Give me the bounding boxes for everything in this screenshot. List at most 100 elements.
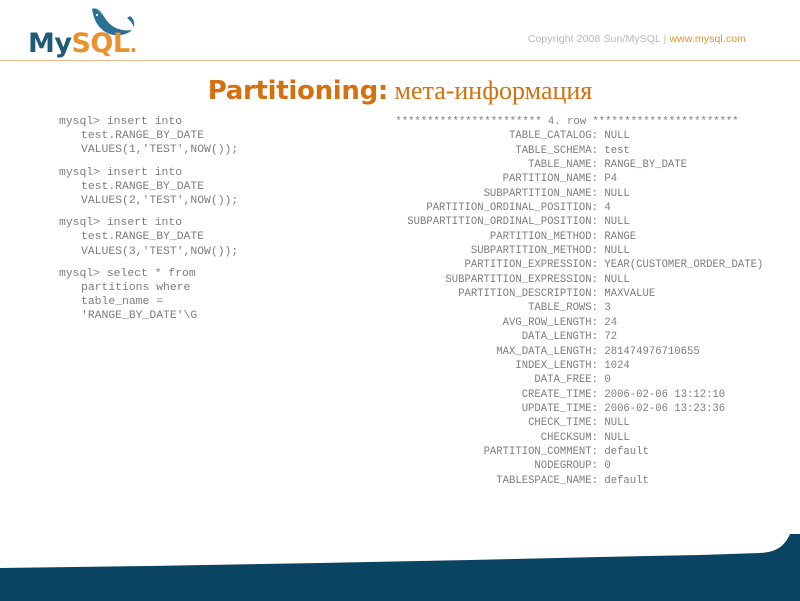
sql-continuation-line: partitions where — [81, 282, 191, 295]
output-field-row: PARTITION_NAME: P4 — [352, 172, 782, 186]
header-divider — [0, 60, 800, 61]
output-field-name: CREATE_TIME: — [521, 388, 598, 401]
row-separator-line: *********************** 4. row *********… — [395, 116, 739, 128]
output-field-row: NODEGROUP: 0 — [352, 459, 782, 473]
output-field-value: 0 — [598, 460, 611, 473]
page-title-subtitle: мета-информация — [388, 76, 593, 105]
output-field-row: TABLE_SCHEMA: test — [352, 144, 782, 158]
output-field-value: NULL — [598, 245, 630, 258]
output-field-name: PARTITION_ORDINAL_POSITION: — [426, 202, 598, 215]
sql-continuation-line: table_name = — [81, 296, 164, 309]
output-field-row: PARTITION_EXPRESSION: YEAR(CUSTOMER_ORDE… — [352, 258, 782, 272]
output-field-row: TABLESPACE_NAME: default — [352, 474, 782, 488]
sql-statement: mysql> insert into test.RANGE_BY_DATE VALU… — [59, 115, 359, 158]
output-field-name: INDEX_LENGTH: — [515, 359, 598, 372]
output-field-row: SUBPARTITION_EXPRESSION: NULL — [352, 273, 782, 287]
output-field-row: TABLE_ROWS: 3 — [352, 301, 782, 315]
output-field-name: PARTITION_NAME: — [502, 173, 598, 186]
output-field-row: PARTITION_METHOD: RANGE — [352, 230, 782, 244]
output-field-value: 72 — [598, 331, 618, 344]
output-field-row: DATA_LENGTH: 72 — [352, 330, 782, 344]
output-field-value: default — [598, 445, 649, 458]
output-field-row: DATA_FREE: 0 — [352, 373, 782, 387]
output-field-value: NULL — [598, 417, 630, 430]
sql-continuation-line: test.RANGE_BY_DATE — [81, 231, 205, 244]
output-field-value: NULL — [598, 273, 630, 286]
output-field-value: 4 — [598, 202, 611, 215]
page-title: Partitioning: мета-информация — [0, 76, 800, 106]
output-field-name: TABLE_SCHEMA: — [515, 144, 598, 157]
output-field-value: NULL — [598, 216, 630, 229]
output-field-row: CHECK_TIME: NULL — [352, 416, 782, 430]
page-title-main: Partitioning: — [207, 76, 389, 106]
output-field-row: UPDATE_TIME: 2006-02-06 13:23:36 — [352, 402, 782, 416]
output-field-name: CHECKSUM: — [540, 431, 598, 444]
sql-statement: mysql> insert into test.RANGE_BY_DATE VALU… — [59, 216, 359, 259]
sql-statement: mysql> select * from partitions where tabl… — [59, 267, 359, 324]
output-field-value: 2006-02-06 13:23:36 — [598, 402, 726, 415]
output-field-name: NODEGROUP: — [534, 460, 598, 473]
output-field-name: MAX_DATA_LENGTH: — [496, 345, 598, 358]
sql-prompt-line: mysql> select * from — [59, 267, 196, 280]
sql-prompt-line: mysql> insert into — [59, 217, 183, 230]
output-field-value: 2006-02-06 13:12:10 — [598, 388, 726, 401]
output-field-value: 3 — [598, 302, 611, 315]
output-field-row: TABLE_NAME: RANGE_BY_DATE — [352, 158, 782, 172]
output-field-name: SUBPARTITION_EXPRESSION: — [445, 273, 598, 286]
wordmark-sql: SQL — [71, 28, 130, 59]
wordmark-dot: . — [129, 33, 138, 57]
output-field-name: SUBPARTITION_METHOD: — [470, 245, 598, 258]
sql-continuation-line: test.RANGE_BY_DATE — [81, 180, 205, 193]
output-field-name: TABLE_NAME: — [528, 159, 598, 172]
output-field-row: TABLE_CATALOG: NULL — [352, 129, 782, 143]
sql-prompt-line: mysql> insert into — [59, 116, 183, 128]
output-field-value: NULL — [598, 130, 630, 143]
mysql-website-link[interactable]: www.mysql.com — [669, 33, 746, 45]
copyright-notice: Copyright 2008 Sun/MySQL | www.mysql.com — [528, 33, 746, 45]
output-field-value: P4 — [598, 173, 618, 186]
output-field-value: 0 — [598, 374, 611, 387]
output-field-name: PARTITION_EXPRESSION: — [464, 259, 598, 272]
output-field-row: PARTITION_COMMENT: default — [352, 445, 782, 459]
sql-continuation-line: VALUES(3,'TEST',NOW()); — [81, 245, 239, 258]
output-field-name: TABLE_ROWS: — [528, 302, 598, 315]
sql-prompt-line: mysql> insert into — [59, 166, 183, 179]
mysql-logo: MySQL. — [28, 6, 148, 57]
output-field-row: SUBPARTITION_NAME: NULL — [352, 187, 782, 201]
output-field-value: test — [598, 144, 630, 157]
output-field-value: 24 — [598, 316, 618, 329]
output-field-name: PARTITION_METHOD: — [489, 230, 598, 243]
output-field-name: AVG_ROW_LENGTH: — [502, 316, 598, 329]
footer-decoration — [0, 526, 800, 601]
output-field-row: CREATE_TIME: 2006-02-06 13:12:10 — [352, 388, 782, 402]
output-field-row: MAX_DATA_LENGTH: 281474976710655 — [352, 345, 782, 359]
output-field-value: RANGE_BY_DATE — [598, 159, 688, 172]
output-field-row: INDEX_LENGTH: 1024 — [352, 359, 782, 373]
output-field-name: DATA_LENGTH: — [521, 331, 598, 344]
output-field-row: CHECKSUM: NULL — [352, 431, 782, 445]
sql-continuation-line: VALUES(2,'TEST',NOW()); — [81, 195, 239, 208]
output-field-name: PARTITION_COMMENT: — [483, 445, 598, 458]
output-field-name: UPDATE_TIME: — [521, 402, 598, 415]
slide-header: MySQL. Copyright 2008 Sun/MySQL | www.my… — [0, 0, 800, 60]
output-field-name: TABLE_CATALOG: — [508, 130, 598, 143]
output-field-name: TABLESPACE_NAME: — [496, 474, 598, 487]
output-field-value: RANGE — [598, 230, 637, 243]
output-field-row: PARTITION_DESCRIPTION: MAXVALUE — [352, 287, 782, 301]
output-field-value: NULL — [598, 431, 630, 444]
output-field-name: CHECK_TIME: — [528, 417, 598, 430]
sql-continuation-line: VALUES(1,'TEST',NOW()); — [81, 144, 239, 157]
output-field-name: SUBPARTITION_ORDINAL_POSITION: — [407, 216, 598, 229]
output-field-name: DATA_FREE: — [534, 374, 598, 387]
output-field-name: SUBPARTITION_NAME: — [483, 187, 598, 200]
output-field-value: 1024 — [598, 359, 630, 372]
output-field-value: default — [598, 474, 649, 487]
output-field-row: AVG_ROW_LENGTH: 24 — [352, 316, 782, 330]
sql-output-listing: *********************** 4. row *********… — [352, 115, 782, 488]
sql-input-listing: mysql> insert into test.RANGE_BY_DATE VALU… — [59, 115, 359, 324]
output-field-row: PARTITION_ORDINAL_POSITION: 4 — [352, 201, 782, 215]
output-field-row: SUBPARTITION_METHOD: NULL — [352, 244, 782, 258]
output-field-value: MAXVALUE — [598, 288, 656, 301]
output-field-value: 281474976710655 — [598, 345, 700, 358]
sql-statement: mysql> insert into test.RANGE_BY_DATE VALU… — [59, 166, 359, 209]
